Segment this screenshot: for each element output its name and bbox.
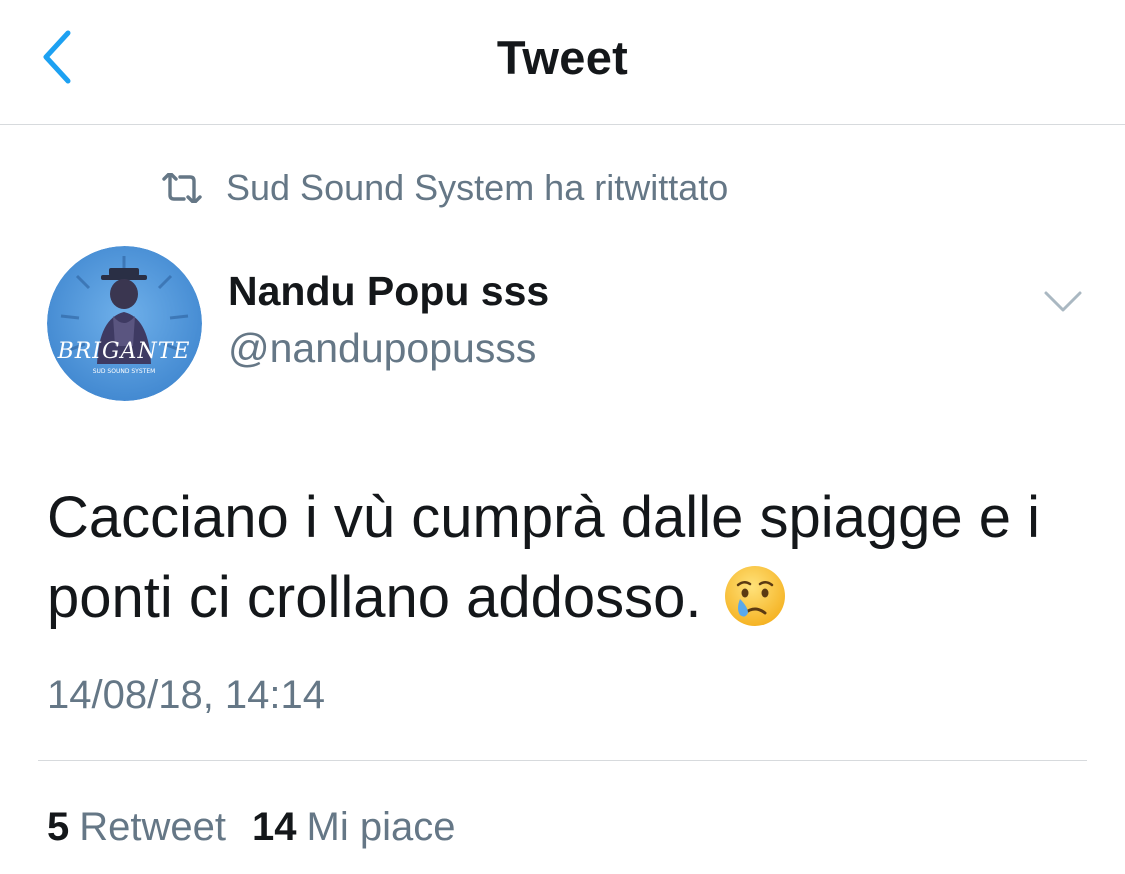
retweets-stat[interactable]: 5 Retweet — [47, 805, 226, 850]
likes-stat[interactable]: 14 Mi piace — [252, 805, 455, 850]
likes-label: Mi piace — [306, 805, 456, 849]
chevron-down-icon — [1044, 291, 1082, 312]
svg-text:SUD SOUND SYSTEM: SUD SOUND SYSTEM — [93, 368, 156, 375]
author-handle[interactable]: @nandupopusss — [228, 325, 536, 372]
retweet-context[interactable]: Sud Sound System ha ritwittato — [160, 160, 728, 216]
svg-text:BRIGANTE: BRIGANTE — [57, 339, 191, 364]
tweet-text: Cacciano i vù cumprà dalle spiagge e i p… — [47, 485, 1040, 630]
likes-count: 14 — [252, 805, 297, 849]
tweet-timestamp: 14/08/18, 14:14 — [47, 673, 326, 717]
retweet-label: Sud Sound System ha ritwittato — [226, 167, 729, 208]
divider — [38, 760, 1087, 761]
author-display-name[interactable]: Nandu Popu sss — [228, 268, 549, 315]
navigation-bar: Tweet — [0, 0, 1125, 125]
page-title: Tweet — [496, 31, 629, 84]
avatar-image: BRIGANTE SUD SOUND SYSTEM — [47, 246, 202, 401]
tweet-stats: 5 Retweet 14 Mi piace — [47, 805, 481, 850]
avatar[interactable]: BRIGANTE SUD SOUND SYSTEM — [47, 246, 202, 401]
tweet-body: Cacciano i vù cumprà dalle spiagge e i p… — [47, 478, 1087, 648]
tweet-options-button[interactable] — [1040, 285, 1086, 319]
retweets-label: Retweet — [79, 805, 226, 849]
retweet-icon — [162, 173, 202, 203]
crying-face-emoji — [724, 565, 786, 648]
retweets-count: 5 — [47, 805, 70, 849]
